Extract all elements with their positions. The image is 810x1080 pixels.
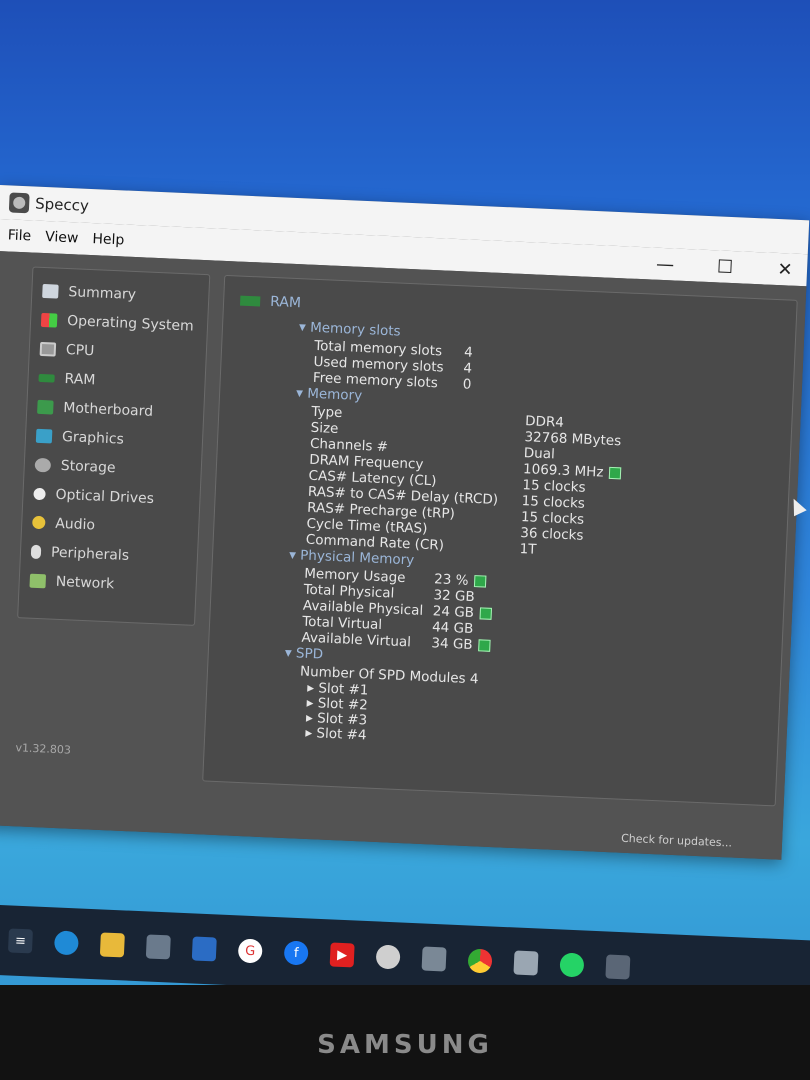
- optical-drive-icon: [33, 487, 46, 500]
- monitor-icon: [35, 428, 53, 444]
- monitor-graph-icon[interactable]: [478, 639, 491, 652]
- desktop: Speccy File View Help — ☐ ✕ Summary Oper…: [0, 0, 810, 1080]
- motherboard-icon: [37, 399, 54, 415]
- mouse-icon: [30, 544, 42, 559]
- cpu-icon: [39, 341, 57, 357]
- windows-icon: [40, 312, 58, 328]
- version-label: v1.32.803: [15, 741, 72, 757]
- maximize-button[interactable]: ☐: [715, 256, 736, 278]
- summary-icon: [42, 283, 59, 299]
- spd-header[interactable]: ▾ SPD: [285, 645, 324, 663]
- camera-icon[interactable]: [421, 946, 447, 972]
- sidebar: Summary Operating System CPU RAM Motherb…: [17, 266, 211, 626]
- memory-header[interactable]: ▾ Memory: [296, 385, 363, 404]
- section-heading: RAM: [239, 293, 301, 311]
- check-updates-link[interactable]: Check for updates...: [621, 832, 732, 850]
- task-view-icon[interactable]: ≡: [7, 928, 33, 954]
- speccy-app-icon: [8, 192, 30, 214]
- menu-help[interactable]: Help: [92, 231, 125, 248]
- storage-icon: [34, 457, 52, 472]
- spd-slot-item[interactable]: ▸ Slot #4: [305, 725, 367, 744]
- file-explorer-icon[interactable]: [99, 932, 125, 958]
- google-icon[interactable]: G: [237, 938, 263, 964]
- mail-icon[interactable]: [191, 936, 217, 962]
- close-button[interactable]: ✕: [775, 258, 796, 281]
- ram-icon: [38, 373, 55, 383]
- app-icon[interactable]: [513, 950, 539, 976]
- minimize-button[interactable]: —: [655, 253, 676, 275]
- memory-row: Size 32768 MBytes: [310, 419, 622, 450]
- store-icon[interactable]: [145, 934, 171, 960]
- youtube-icon[interactable]: ▶: [329, 942, 355, 968]
- monitor-graph-icon[interactable]: [609, 466, 622, 480]
- monitor-graph-icon[interactable]: [474, 575, 487, 588]
- ram-icon: [239, 295, 261, 307]
- apple-icon[interactable]: [375, 944, 401, 970]
- whatsapp-icon[interactable]: [559, 952, 585, 978]
- monitor-brand-logo: SAMSUNG: [317, 1030, 493, 1060]
- speccy-window: Speccy File View Help — ☐ ✕ Summary Oper…: [0, 185, 810, 860]
- audio-icon: [32, 515, 46, 530]
- edge-icon[interactable]: [53, 930, 79, 956]
- details-panel: RAM ▾ Memory slots Total memory slots 4 U…: [202, 274, 798, 807]
- window-title: Speccy: [34, 194, 90, 215]
- menu-view[interactable]: View: [45, 229, 79, 246]
- memory-slots-header[interactable]: ▾ Memory slots: [299, 319, 401, 339]
- window-body: Summary Operating System CPU RAM Motherb…: [0, 250, 807, 860]
- speccy-taskbar-icon[interactable]: [605, 954, 631, 980]
- monitor-graph-icon[interactable]: [479, 607, 493, 620]
- facebook-icon[interactable]: f: [283, 940, 309, 966]
- memory-row: Type DDR4: [311, 403, 565, 431]
- chrome-icon[interactable]: [467, 948, 493, 974]
- menu-file[interactable]: File: [7, 227, 31, 244]
- network-icon: [29, 573, 47, 588]
